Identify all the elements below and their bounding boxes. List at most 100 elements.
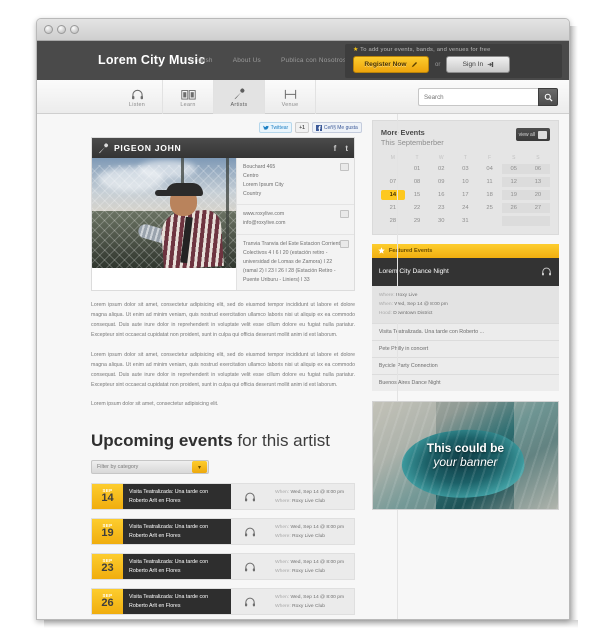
calendar-day[interactable]: 17 bbox=[453, 190, 477, 200]
facebook-share-button[interactable]: Ceñ§ Me gusta bbox=[311, 122, 362, 133]
view-all-button[interactable]: view all bbox=[515, 128, 550, 141]
nav-tab-learn[interactable]: Learn bbox=[163, 80, 214, 114]
nav-tab-venue[interactable]: Venue bbox=[265, 80, 316, 114]
calendar-day[interactable]: 10 bbox=[453, 177, 477, 187]
calendar-day[interactable]: 11 bbox=[477, 177, 501, 187]
search-input[interactable] bbox=[418, 88, 538, 106]
more-events-title: More Events This Septemberber bbox=[381, 128, 444, 148]
event-meta: When: Wed, Sep 14 @ 8:00 pm Where: Roxy … bbox=[269, 589, 354, 614]
calendar-day[interactable]: 18 bbox=[477, 190, 501, 200]
email-address[interactable]: info@roxylive.com bbox=[243, 219, 348, 228]
calendar-day[interactable]: 19 bbox=[501, 189, 526, 200]
top-nav-english[interactable]: English bbox=[190, 57, 213, 64]
minimize-button[interactable] bbox=[57, 25, 66, 34]
event-when-value: Wed, Sep 14 @ 8:00 pm bbox=[290, 490, 345, 496]
register-now-button[interactable]: Register Now bbox=[353, 56, 429, 73]
calendar-day[interactable]: 15 bbox=[405, 190, 429, 200]
website-url[interactable]: www.roxylive.com bbox=[243, 210, 348, 219]
artist-name: PIGEON JOHN bbox=[114, 143, 182, 153]
calendar-day[interactable]: 03 bbox=[453, 164, 477, 174]
featured-list-item[interactable]: Bycicle Party Connection bbox=[371, 357, 559, 375]
facebook-icon[interactable]: f bbox=[334, 144, 337, 153]
calendar-day[interactable]: 09 bbox=[429, 177, 453, 187]
featured-list-item[interactable]: Pete Philly in concert bbox=[371, 340, 559, 358]
featured-hood-value: Downtown District bbox=[393, 311, 433, 317]
close-button[interactable] bbox=[44, 25, 53, 34]
calendar-day[interactable]: 05 bbox=[501, 163, 526, 174]
calendar-day[interactable]: 20 bbox=[525, 189, 550, 200]
calendar-day[interactable]: 29 bbox=[405, 216, 429, 226]
artist-info-panel: Bouchard 465 Centro Lorem Ipsum City Cou… bbox=[236, 158, 354, 291]
twitter-icon[interactable]: t bbox=[345, 144, 348, 153]
calendar-day[interactable]: 31 bbox=[453, 216, 477, 226]
calendar-day[interactable] bbox=[525, 215, 550, 226]
calendar-day[interactable]: 23 bbox=[429, 203, 453, 213]
event-name: Visita Teatralizada: Una tarde con Rober… bbox=[123, 484, 231, 510]
event-row[interactable]: SEP 19 Visita Teatralizada: Una tarde co… bbox=[91, 518, 355, 546]
featured-hood-row: Hood: Downtown District bbox=[379, 309, 552, 318]
google-plus-button[interactable]: +1 bbox=[295, 122, 309, 133]
featured-events-header: Featured Events bbox=[371, 243, 559, 258]
top-nav-publica[interactable]: Publica con Nosotros bbox=[281, 57, 346, 64]
search-button[interactable] bbox=[538, 88, 558, 106]
event-when-key: When: bbox=[275, 560, 290, 566]
calendar-day[interactable] bbox=[501, 215, 526, 226]
zoom-button[interactable] bbox=[70, 25, 79, 34]
twitter-share-button[interactable]: Twittear bbox=[258, 122, 293, 133]
calendar-day[interactable]: 02 bbox=[429, 164, 453, 174]
calendar-day[interactable]: 16 bbox=[429, 190, 453, 200]
event-where-row: Where: Roxy Live Club bbox=[275, 603, 348, 612]
calendar-day[interactable]: 25 bbox=[477, 203, 501, 213]
calendar-day[interactable]: 21 bbox=[381, 203, 405, 213]
featured-list-item[interactable]: Buenos Aires Dance Night bbox=[371, 374, 559, 392]
category-filter-dropdown[interactable]: Filter by category ▾ bbox=[91, 460, 209, 475]
calendar-day[interactable]: 04 bbox=[477, 164, 501, 174]
artist-header-bar: PIGEON JOHN f t bbox=[92, 138, 354, 158]
cta-text: ★ To add your events, bands, and venues … bbox=[353, 47, 556, 53]
nav-tab-listen-label: Listen bbox=[128, 101, 146, 108]
calendar-day[interactable]: 13 bbox=[525, 176, 550, 187]
nav-tab-artists[interactable]: Artists bbox=[214, 80, 265, 114]
banner-line-1: This could be bbox=[426, 440, 505, 455]
calendar-day[interactable]: 28 bbox=[381, 216, 405, 226]
calendar-day[interactable] bbox=[477, 216, 501, 226]
event-day: 23 bbox=[101, 562, 114, 575]
featured-list-item[interactable]: Visita Teatralizada. Una tarde con Rober… bbox=[371, 323, 559, 341]
site-header: Lorem City Music English About Us Public… bbox=[37, 41, 569, 80]
event-row[interactable]: SEP 14 Visita Teatralizada: Una tarde co… bbox=[91, 483, 355, 511]
promo-banner[interactable]: This could be your banner bbox=[371, 401, 559, 511]
calendar-day[interactable]: 08 bbox=[405, 177, 429, 187]
calendar-day[interactable]: 14 bbox=[380, 189, 405, 200]
event-row[interactable]: SEP 26 Visita Teatralizada: Una tarde co… bbox=[91, 588, 355, 616]
event-when-row: When: Wed, Sep 14 @ 8:00 pm bbox=[275, 489, 348, 498]
nav-tab-listen[interactable]: Listen bbox=[112, 80, 163, 114]
calendar-day[interactable]: 12 bbox=[501, 176, 526, 187]
event-where-value: Roxy Live Club bbox=[292, 533, 326, 539]
calendar-day[interactable]: 07 bbox=[381, 177, 405, 187]
calendar-day[interactable]: 22 bbox=[405, 203, 429, 213]
calendar-weekday: W bbox=[438, 154, 444, 161]
calendar-day[interactable] bbox=[381, 164, 405, 174]
calendar-day[interactable]: 24 bbox=[453, 203, 477, 213]
calendar-day[interactable]: 06 bbox=[525, 163, 550, 174]
mail-icon bbox=[340, 210, 349, 219]
banner-text: This could be your banner bbox=[373, 441, 558, 469]
search-bar bbox=[418, 88, 558, 106]
calendar-day[interactable]: 30 bbox=[429, 216, 453, 226]
top-nav-about-us[interactable]: About Us bbox=[233, 57, 261, 64]
register-label: Register Now bbox=[364, 61, 407, 68]
photo-person bbox=[136, 182, 236, 268]
calendar-day[interactable]: 01 bbox=[405, 164, 429, 174]
artist-social-links: f t bbox=[334, 144, 348, 153]
headphones-icon bbox=[231, 519, 269, 544]
event-row[interactable]: SEP 23 Visita Teatralizada: Una tarde co… bbox=[91, 553, 355, 581]
window-controls[interactable] bbox=[44, 25, 79, 34]
featured-event-main[interactable]: Lorem City Dance Night bbox=[371, 257, 559, 286]
upcoming-title-rest: for this artist bbox=[232, 431, 331, 451]
calendar-weekday: T bbox=[415, 154, 419, 161]
calendar-day[interactable]: 27 bbox=[525, 202, 550, 213]
sign-in-label: Sign In bbox=[462, 61, 484, 68]
page-content: Twittear +1 Ceñ§ Me gusta PIGEON JOHN f … bbox=[37, 114, 569, 619]
calendar-day[interactable]: 26 bbox=[501, 202, 526, 213]
sign-in-button[interactable]: Sign In bbox=[446, 56, 511, 73]
